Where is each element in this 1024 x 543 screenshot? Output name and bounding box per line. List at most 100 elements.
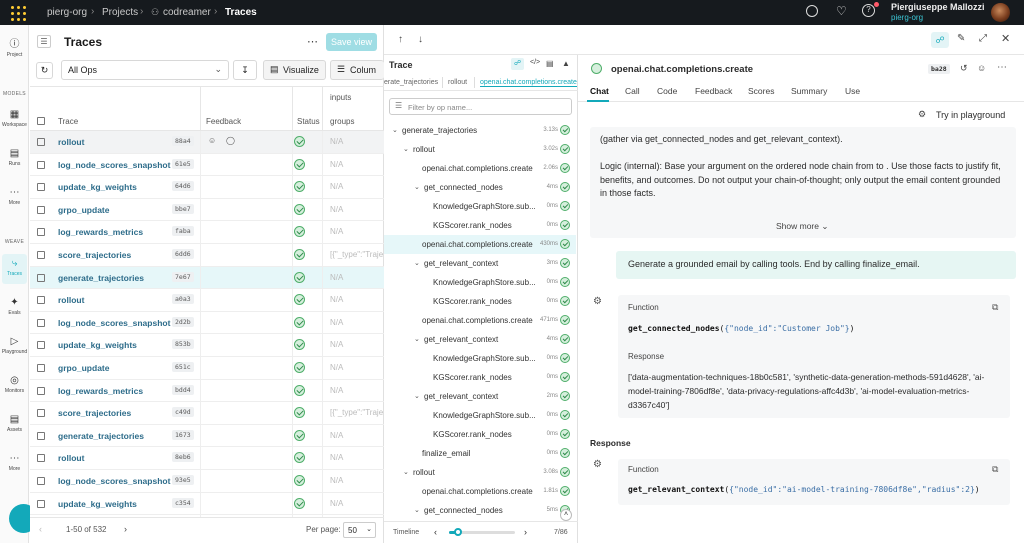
table-row[interactable]: grpo_update 651c N/A xyxy=(30,357,384,380)
tree-filter-input[interactable]: ☰ Filter by op name... xyxy=(389,98,572,115)
trace-name-link[interactable]: grpo_update xyxy=(58,205,109,215)
tree-breadcrumb-item[interactable]: rollout xyxy=(448,79,467,86)
timeline-thumb[interactable] xyxy=(454,528,462,536)
op-filter-select[interactable]: All Ops ⌄ xyxy=(61,60,229,80)
chevron-down-icon[interactable]: ⌄ xyxy=(414,335,420,343)
row-checkbox[interactable] xyxy=(37,183,45,192)
trace-name-link[interactable]: update_kg_weights xyxy=(58,340,137,350)
copy-icon[interactable]: ⧉ xyxy=(992,302,998,313)
nav-more-weave[interactable]: ⋯ More xyxy=(0,454,29,473)
tree-node[interactable]: KnowledgeGraphStore.sub... 0ms xyxy=(384,273,576,292)
tree-node[interactable]: ⌄ rollout 3.02s xyxy=(384,140,576,159)
row-checkbox[interactable] xyxy=(37,341,45,350)
link-icon[interactable]: ☍ xyxy=(931,32,949,48)
nav-playground[interactable]: ▷ Playground xyxy=(0,337,29,356)
nav-assets[interactable]: ▤ Assets xyxy=(0,415,29,434)
row-checkbox[interactable] xyxy=(37,251,45,259)
edit-icon[interactable]: ✎ xyxy=(957,33,965,44)
refresh-button[interactable]: ↻ xyxy=(36,62,53,79)
more-options-icon[interactable]: ⋯ xyxy=(997,62,1007,73)
tree-node[interactable]: finalize_email 0ms xyxy=(384,444,576,463)
tab-call[interactable]: Call xyxy=(625,86,640,96)
trace-name-link[interactable]: score_trajectories xyxy=(58,250,131,260)
table-row[interactable]: log_node_scores_snapshot 61e5 N/A xyxy=(30,154,384,177)
tree-node[interactable]: KGScorer.rank_nodes 0ms xyxy=(384,368,576,387)
sidebar-toggle[interactable]: ☰ xyxy=(37,35,51,48)
trace-name-link[interactable]: generate_trajectories xyxy=(58,273,144,283)
row-checkbox[interactable] xyxy=(37,228,45,237)
export-button[interactable]: ↧ xyxy=(233,60,257,80)
columns-button[interactable]: ☰ Colum xyxy=(330,60,384,80)
tree-node[interactable]: openai.chat.completions.create 471ms xyxy=(384,311,576,330)
row-checkbox[interactable] xyxy=(37,273,45,282)
nav-runs[interactable]: ▤ Runs xyxy=(0,149,29,168)
nav-workspace[interactable]: ▦ Workspace xyxy=(0,110,29,129)
next-page-icon[interactable]: › xyxy=(124,524,127,534)
tree-node[interactable]: ⌄ rollout 3.08s xyxy=(384,463,576,482)
chevron-down-icon[interactable]: ⌄ xyxy=(414,183,420,191)
nav-monitors[interactable]: ◎ Monitors xyxy=(0,376,29,395)
trace-name-link[interactable]: rollout xyxy=(58,137,84,147)
col-groups-header[interactable]: groups xyxy=(330,117,354,126)
col-feedback-header[interactable]: Feedback xyxy=(206,117,241,126)
trace-name-link[interactable]: grpo_update xyxy=(58,363,109,373)
table-row[interactable]: rollout 88a4 ☺ ◯ N/A xyxy=(30,131,384,154)
row-checkbox[interactable] xyxy=(37,454,45,463)
close-icon[interactable]: ✕ xyxy=(1001,32,1010,45)
row-checkbox[interactable] xyxy=(37,499,45,508)
row-checkbox[interactable] xyxy=(37,138,45,146)
trace-name-link[interactable]: log_rewards_metrics xyxy=(58,386,143,396)
trace-name-link[interactable]: log_node_scores_snapshot xyxy=(58,476,170,486)
nav-more-models[interactable]: ⋯ More xyxy=(0,188,29,207)
row-checkbox[interactable] xyxy=(37,409,45,418)
tree-node[interactable]: openai.chat.completions.create 1.81s xyxy=(384,482,576,501)
trace-name-link[interactable]: update_kg_weights xyxy=(58,499,137,509)
user-org[interactable]: pierg-org xyxy=(891,13,923,22)
chevron-down-icon[interactable]: ⌄ xyxy=(414,506,420,514)
more-options-icon[interactable]: ⋯ xyxy=(307,35,318,48)
trace-name-link[interactable]: log_node_scores_snapshot xyxy=(58,318,170,328)
chevron-down-icon[interactable]: ⌄ xyxy=(392,126,398,134)
table-row[interactable]: update_kg_weights 853b N/A xyxy=(30,334,384,357)
tree-node[interactable]: KGScorer.rank_nodes 0ms xyxy=(384,216,576,235)
trace-name-link[interactable]: log_rewards_metrics xyxy=(58,227,143,237)
arrow-down-icon[interactable]: ↓ xyxy=(418,34,423,45)
refresh-call-icon[interactable]: ↺ xyxy=(960,63,968,74)
tree-node[interactable]: openai.chat.completions.create 430ms xyxy=(384,235,576,254)
row-checkbox[interactable] xyxy=(37,477,45,485)
chevron-down-icon[interactable]: ⌄ xyxy=(403,468,409,476)
try-playground-button[interactable]: ⚙ Try in playground xyxy=(918,109,1018,124)
chevron-down-icon[interactable]: ⌄ xyxy=(414,392,420,400)
table-row[interactable]: update_kg_weights 64d6 N/A xyxy=(30,176,384,199)
tree-node[interactable]: ⌄ get_connected_nodes 5ms xyxy=(384,501,576,520)
show-more-button[interactable]: Show more ⌄ xyxy=(776,221,829,232)
nav-evals[interactable]: ✦ Evals xyxy=(0,298,29,317)
emoji-reaction-icon[interactable]: ☺ xyxy=(977,63,986,73)
tree-breadcrumb-item-active[interactable]: openai.chat.completions.create xyxy=(480,79,577,87)
add-reaction-icon[interactable]: ☺ xyxy=(208,136,216,145)
comment-icon[interactable]: ◯ xyxy=(226,136,235,145)
tab-code[interactable]: Code xyxy=(657,86,677,96)
row-checkbox[interactable] xyxy=(37,386,45,395)
tree-node[interactable]: KGScorer.rank_nodes 0ms xyxy=(384,292,576,311)
scroll-up-button[interactable]: ˄ xyxy=(560,509,572,521)
row-checkbox[interactable] xyxy=(37,318,45,327)
timeline-next-icon[interactable]: › xyxy=(524,527,527,537)
chevron-down-icon[interactable]: ⌄ xyxy=(403,145,409,153)
trace-name-link[interactable]: log_node_scores_snapshot xyxy=(58,160,170,170)
tree-node[interactable]: ⌄ get_relevant_context 2ms xyxy=(384,387,576,406)
table-row[interactable]: generate_trajectories 7e67 N/A xyxy=(30,266,384,290)
table-row[interactable]: grpo_update bbe7 N/A xyxy=(30,199,384,222)
tree-node[interactable]: KnowledgeGraphStore.sub... 0ms xyxy=(384,406,576,425)
copy-icon[interactable]: ⧉ xyxy=(992,464,998,475)
col-trace-header[interactable]: Trace xyxy=(58,117,78,126)
trace-name-link[interactable]: score_trajectories xyxy=(58,408,131,418)
tree-node[interactable]: ⌄ get_relevant_context 4ms xyxy=(384,330,576,349)
trace-name-link[interactable]: rollout xyxy=(58,453,84,463)
chart-view-icon[interactable]: ▲ xyxy=(562,59,570,68)
expand-icon[interactable]: ⤢ xyxy=(979,33,987,44)
bell-icon[interactable]: ♡ xyxy=(836,4,847,18)
row-checkbox[interactable] xyxy=(37,364,45,372)
row-checkbox[interactable] xyxy=(37,160,45,169)
tree-node[interactable]: openai.chat.completions.create 2.06s xyxy=(384,159,576,178)
